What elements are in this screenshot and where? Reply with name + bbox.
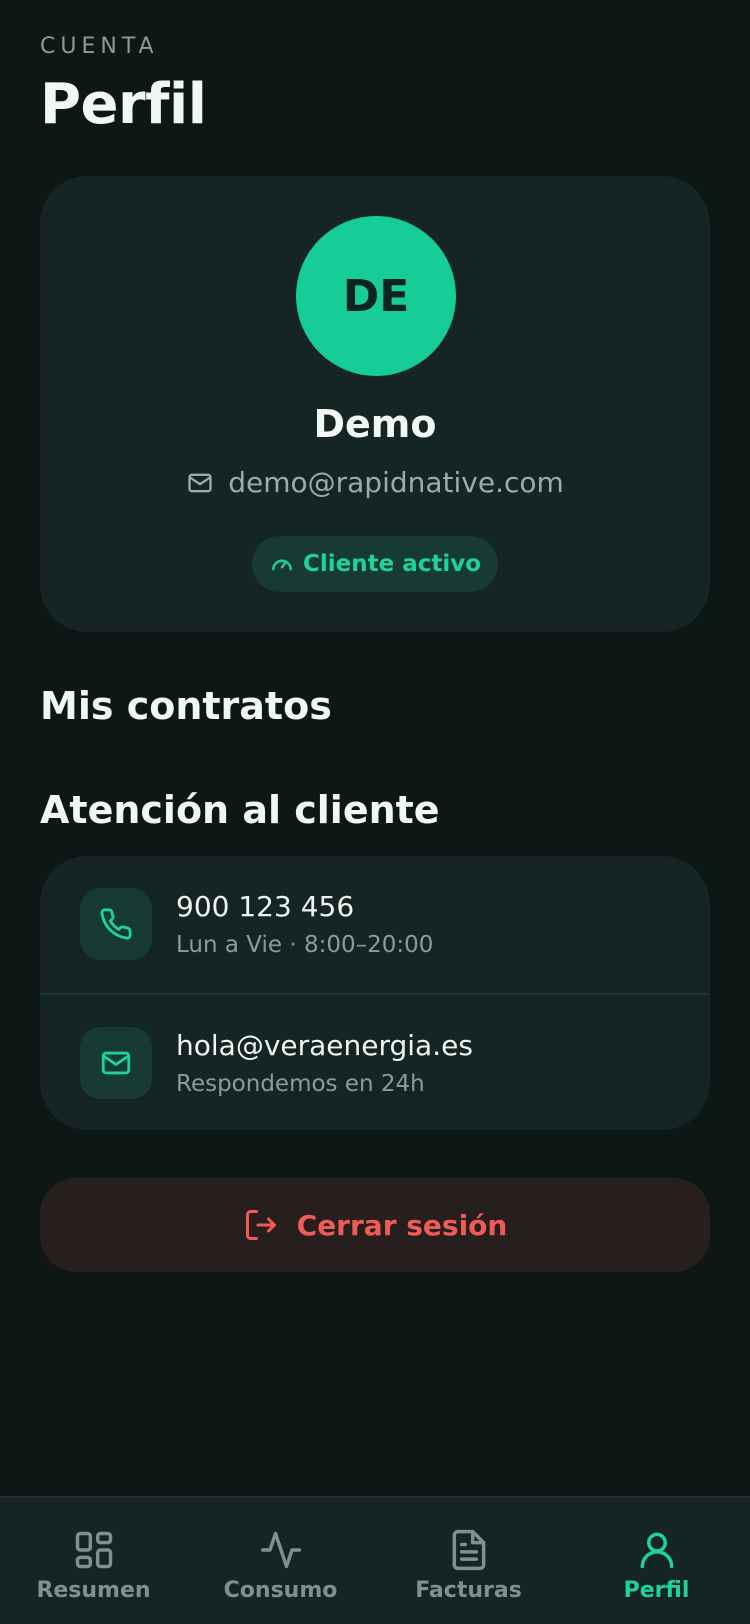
tab-label: Perfil: [623, 1578, 690, 1603]
grid-icon: [75, 1531, 112, 1569]
support-phone-row[interactable]: 900 123 456 Lun a Vie · 8:00–20:00: [40, 856, 710, 993]
profile-email: demo@rapidnative.com: [228, 466, 564, 499]
phone-icon: [100, 908, 132, 940]
tab-label: Resumen: [36, 1578, 151, 1603]
status-badge: Cliente activo: [252, 536, 498, 592]
mail-icon: [101, 1051, 131, 1075]
document-icon: [452, 1529, 485, 1571]
support-phone-number: 900 123 456: [176, 890, 355, 923]
profile-name: Demo: [313, 402, 437, 446]
tab-label: Facturas: [415, 1578, 522, 1603]
profile-card: DE Demo demo@rapidnative.com Cliente act…: [40, 176, 710, 632]
user-icon: [640, 1532, 673, 1569]
activity-icon: [260, 1531, 301, 1569]
tab-resumen[interactable]: Resumen: [0, 1498, 187, 1624]
logout-label: Cerrar sesión: [296, 1208, 508, 1242]
tab-label: Consumo: [223, 1578, 338, 1603]
mail-icon-box: [80, 1027, 152, 1099]
bottom-tab-bar: Resumen Consumo Facturas Perfil: [0, 1496, 750, 1624]
support-email-response: Respondemos en 24h: [176, 1071, 425, 1097]
mail-icon: [188, 473, 212, 492]
tab-facturas[interactable]: Facturas: [375, 1498, 562, 1624]
support-card: 900 123 456 Lun a Vie · 8:00–20:00 hola@…: [40, 856, 710, 1130]
support-email-address: hola@veraenergia.es: [176, 1029, 473, 1062]
section-eyebrow: CUENTA: [40, 34, 159, 59]
profile-email-row: demo@rapidnative.com: [40, 466, 710, 499]
gauge-icon: [272, 559, 292, 571]
tab-perfil[interactable]: Perfil: [563, 1498, 750, 1624]
logout-icon: [245, 1210, 276, 1240]
status-badge-label: Cliente activo: [302, 551, 482, 577]
contracts-section-title: Mis contratos: [40, 684, 332, 728]
page-title: Perfil: [40, 72, 207, 137]
support-section-title: Atención al cliente: [40, 788, 440, 832]
avatar[interactable]: DE: [296, 216, 456, 376]
support-email-row[interactable]: hola@veraenergia.es Respondemos en 24h: [40, 995, 710, 1130]
support-phone-hours: Lun a Vie · 8:00–20:00: [176, 932, 434, 958]
phone-icon-box: [80, 888, 152, 960]
logout-button[interactable]: Cerrar sesión: [40, 1178, 710, 1272]
tab-consumo[interactable]: Consumo: [187, 1498, 374, 1624]
